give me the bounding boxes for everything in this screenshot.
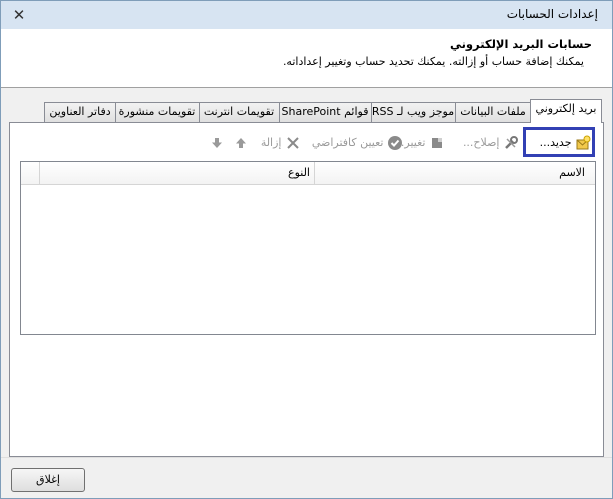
arrow-up-icon: [236, 138, 246, 148]
account-settings-window: ✕ إعدادات الحسابات حسابات البريد الإلكتر…: [0, 0, 613, 499]
footer-divider: [1, 457, 612, 458]
move-up-button[interactable]: [233, 135, 249, 151]
column-name-label: الاسم: [559, 166, 585, 179]
change-icon: [432, 138, 442, 148]
tab-internet-calendars[interactable]: تقويمات انترنت: [198, 102, 280, 122]
tab-strip: بريد إلكتروني ملفات البيانات موجز ويب لـ…: [9, 99, 602, 123]
title-bar: ✕ إعدادات الحسابات: [1, 1, 612, 29]
repair-button[interactable]: إصلاح...: [463, 135, 519, 151]
tab-sharepoint-lists[interactable]: قوائم SharePoint: [278, 102, 372, 122]
set-default-button[interactable]: تعيين كافتراضي: [312, 135, 403, 151]
email-tab-panel: جديد... إصلاح... تغيير... تعيين كافتراضي…: [9, 122, 604, 457]
accounts-list[interactable]: الاسم النوع: [20, 161, 596, 335]
tab-rss-feeds[interactable]: موجز ويب لـ RSS: [370, 102, 456, 122]
tab-email[interactable]: بريد إلكتروني: [530, 99, 602, 123]
wrench-icon: [505, 136, 518, 149]
column-type-label: النوع: [288, 166, 310, 179]
account-toolbar: جديد... إصلاح... تغيير... تعيين كافتراضي…: [10, 131, 603, 155]
list-header: الاسم النوع: [21, 162, 595, 185]
tab-address-books[interactable]: دفاتر العناوين: [44, 102, 116, 122]
checkmark-icon: [388, 136, 402, 150]
close-icon[interactable]: ✕: [11, 7, 27, 23]
tab-data-files[interactable]: ملفات البيانات: [454, 102, 532, 122]
remove-x-icon: [287, 137, 299, 149]
move-down-button[interactable]: [209, 135, 225, 151]
column-header-type[interactable]: النوع: [39, 162, 316, 184]
repair-button-label: إصلاح...: [462, 136, 500, 149]
remove-button[interactable]: إزالة: [261, 135, 301, 151]
arrow-down-icon: [212, 138, 222, 148]
dialog-header: حسابات البريد الإلكتروني يمكنك إضافة حسا…: [1, 29, 612, 88]
set-default-label: تعيين كافتراضي: [311, 136, 384, 149]
tab-published-calendars[interactable]: تقويمات منشورة: [114, 102, 200, 122]
window-title: إعدادات الحسابات: [506, 7, 598, 21]
close-button[interactable]: إغلاق: [11, 468, 85, 492]
header-title: حسابات البريد الإلكتروني: [449, 37, 592, 51]
header-subtitle: يمكنك إضافة حساب أو إزالته. يمكنك تحديد …: [282, 55, 584, 68]
column-header-name[interactable]: الاسم: [314, 162, 595, 184]
new-button-highlight: [523, 127, 595, 157]
remove-button-label: إزالة: [260, 136, 282, 149]
